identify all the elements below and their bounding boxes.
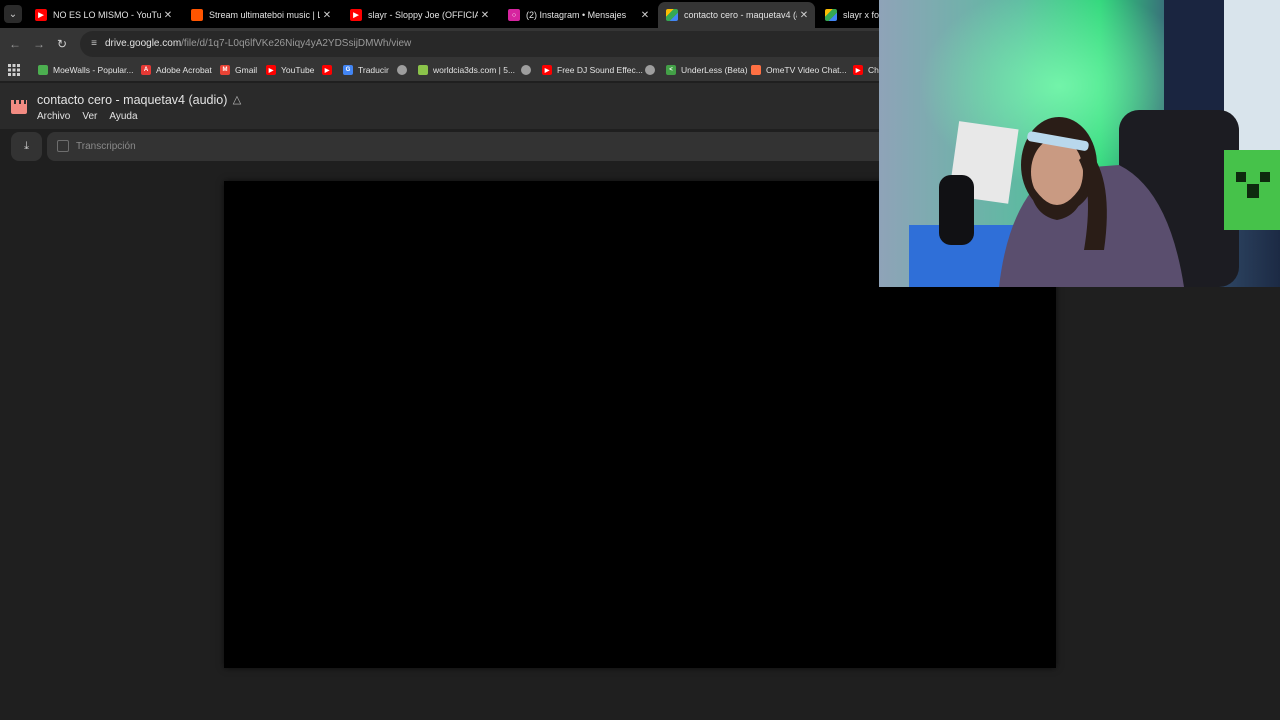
globe-icon (397, 65, 407, 75)
close-icon[interactable]: ✕ (478, 10, 492, 21)
apps-grid-icon[interactable] (8, 64, 20, 76)
bookmark-youtube[interactable]: ▶ YouTube (266, 63, 314, 77)
url-text: drive.google.com/file/d/1q7-L0q6lfVKe26N… (105, 38, 411, 49)
webcam-image (879, 0, 1280, 287)
video-file-icon (11, 100, 27, 114)
bookmark-label: Ch (868, 65, 879, 75)
menu-archivo[interactable]: Archivo (37, 111, 70, 122)
webcam-overlay (879, 0, 1280, 287)
tab-title: slayr - Sloppy Joe (OFFICIAL M (368, 10, 478, 20)
file-title: contacto cero - maquetav4 (audio) (37, 93, 228, 107)
file-menu-bar: Archivo Ver Ayuda (37, 111, 138, 122)
download-button[interactable]: ⤓ (11, 132, 42, 161)
underless-icon: < (666, 65, 676, 75)
address-bar[interactable]: ≡ drive.google.com/file/d/1q7-L0q6lfVKe2… (80, 31, 900, 57)
menu-ver[interactable]: Ver (82, 111, 97, 122)
close-icon[interactable]: ✕ (320, 10, 334, 21)
youtube-icon: ▶ (266, 65, 276, 75)
google-drive-icon (666, 9, 678, 21)
bookmark-label: YouTube (281, 65, 315, 75)
transcript-button[interactable]: Transcripción (57, 140, 136, 152)
youtube-icon: ▶ (35, 9, 47, 21)
soundcloud-icon (191, 9, 203, 21)
tab-title: (2) Instagram • Mensajes (526, 10, 627, 20)
bookmark-youtube-unnamed[interactable]: ▶ (322, 63, 337, 77)
tab-youtube-sloppy-joe[interactable]: ▶ slayr - Sloppy Joe (OFFICIAL M ✕ (342, 2, 496, 28)
reload-icon[interactable]: ↻ (54, 36, 70, 52)
instagram-icon: ○ (508, 9, 520, 21)
tab-instagram[interactable]: ○ (2) Instagram • Mensajes ✕ (500, 2, 656, 28)
tab-title: slayr x foe t (843, 10, 879, 20)
bookmark-label: worldcia3ds.com | 5... (433, 65, 516, 75)
bookmark-globe-2[interactable] (521, 63, 536, 77)
bookmark-label: UnderLess (Beta) (681, 65, 748, 75)
close-icon[interactable]: ✕ (638, 10, 652, 21)
youtube-icon: ▶ (853, 65, 863, 75)
bookmark-label: Adobe Acrobat (156, 65, 212, 75)
globe-icon (521, 65, 531, 75)
site-settings-icon[interactable]: ≡ (87, 37, 101, 51)
bookmark-globe-3[interactable] (645, 63, 660, 77)
close-icon[interactable]: ✕ (161, 10, 175, 21)
globe-icon (645, 65, 655, 75)
bookmark-label: Free DJ Sound Effec... (557, 65, 643, 75)
transcript-label: Transcripción (76, 140, 136, 152)
back-arrow-icon[interactable]: ← (7, 36, 23, 52)
acrobat-icon: A (141, 65, 151, 75)
tab-soundcloud[interactable]: Stream ultimateboi music | List ✕ (183, 2, 338, 28)
youtube-icon: ▶ (542, 65, 552, 75)
bookmark-label: Traducir (358, 65, 389, 75)
tab-youtube-no-es-lo-mismo[interactable]: ▶ NO ES LO MISMO - YouTube ✕ (27, 2, 179, 28)
bookmark-ometv[interactable]: OmeTV Video Chat... (751, 63, 847, 77)
tab-title: contacto cero - maquetav4 (au (684, 10, 797, 20)
bookmark-underless[interactable]: < UnderLess (Beta) (666, 63, 748, 77)
bookmark-traducir[interactable]: G Traducir (343, 63, 389, 77)
tab-drive-slayr-foe[interactable]: slayr x foe t (817, 2, 879, 28)
url-path: /file/d/1q7-L0q6lfVKe26Niqy4yA2YDSsijDMW… (181, 38, 412, 49)
google-drive-icon (825, 9, 837, 21)
menu-ayuda[interactable]: Ayuda (109, 111, 137, 122)
tab-drive-contacto-cero[interactable]: contacto cero - maquetav4 (au ✕ (658, 2, 815, 28)
add-to-drive-icon[interactable]: △ (230, 93, 244, 107)
chevron-down-icon: ⌄ (8, 8, 18, 20)
bookmark-worldcia3ds[interactable]: worldcia3ds.com | 5... (418, 63, 515, 77)
forward-arrow-icon[interactable]: → (31, 36, 47, 52)
bookmark-moewalls[interactable]: MoeWalls - Popular... (38, 63, 133, 77)
bookmark-label: MoeWalls - Popular... (53, 65, 134, 75)
translate-icon: G (343, 65, 353, 75)
bookmark-free-dj-sound[interactable]: ▶ Free DJ Sound Effec... (542, 63, 643, 77)
bookmark-label: Gmail (235, 65, 258, 75)
moewalls-icon (38, 65, 48, 75)
gmail-icon: M (220, 65, 230, 75)
bookmark-label: OmeTV Video Chat... (766, 65, 847, 75)
transcript-icon (57, 140, 69, 152)
url-host: drive.google.com (105, 38, 182, 49)
tab-search-button[interactable]: ⌄ (4, 5, 22, 23)
ometv-icon (751, 65, 761, 75)
bookmark-ch[interactable]: ▶ Ch (853, 63, 879, 77)
tab-title: NO ES LO MISMO - YouTube (53, 10, 161, 20)
bookmark-gmail[interactable]: M Gmail (220, 63, 257, 77)
youtube-icon: ▶ (350, 9, 362, 21)
close-icon[interactable]: ✕ (797, 10, 811, 21)
bookmark-adobe-acrobat[interactable]: A Adobe Acrobat (141, 63, 212, 77)
youtube-icon: ▶ (322, 65, 332, 75)
download-icon: ⤓ (24, 140, 29, 152)
tab-title: Stream ultimateboi music | List (209, 10, 320, 20)
worldcia-icon (418, 65, 428, 75)
bookmark-globe-1[interactable] (397, 63, 412, 77)
